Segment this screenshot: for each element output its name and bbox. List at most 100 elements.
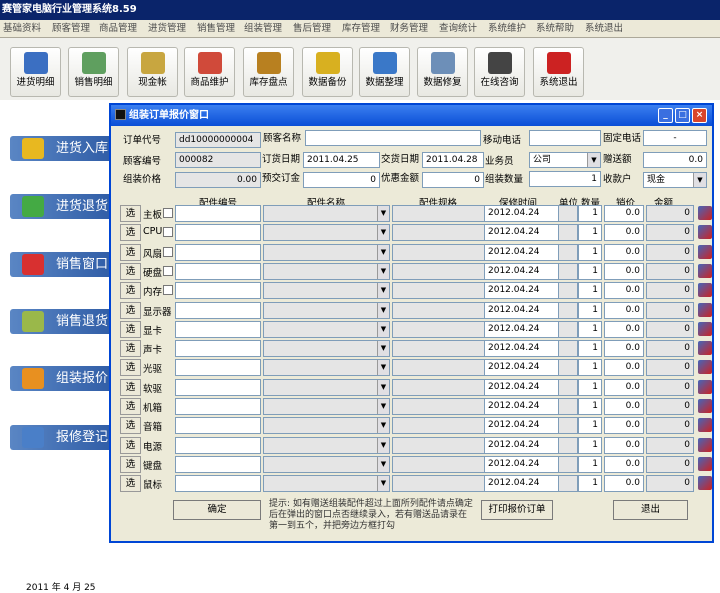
part-name-cell[interactable]: ▼ [263, 320, 390, 338]
warranty-cell[interactable]: 2012.04.24 [484, 455, 561, 473]
menu-item-9[interactable]: 查询统计 [439, 20, 477, 38]
price-cell[interactable]: 0.0 [604, 320, 644, 338]
part-no-cell[interactable] [175, 340, 261, 358]
sidebar-button-1[interactable]: 进货退货 [10, 194, 120, 219]
chevron-down-icon[interactable]: ▼ [377, 263, 389, 279]
spec-cell[interactable] [392, 340, 492, 358]
part-no-cell[interactable] [175, 301, 261, 319]
select-part-button[interactable]: 选 [120, 243, 141, 261]
part-name-cell[interactable]: ▼ [263, 224, 390, 242]
sidebar-button-3[interactable]: 销售退货 [10, 309, 120, 334]
delete-row-icon[interactable] [698, 225, 712, 240]
menu-item-7[interactable]: 库存管理 [342, 20, 380, 38]
part-no-cell[interactable] [175, 417, 261, 435]
part-no-cell[interactable] [175, 455, 261, 473]
price-cell[interactable]: 0.0 [604, 417, 644, 435]
phone-field[interactable]: - [643, 130, 707, 146]
select-part-button[interactable]: 选 [120, 378, 141, 396]
warranty-cell[interactable]: 2012.04.24 [484, 262, 561, 280]
maximize-icon[interactable]: □ [675, 108, 690, 123]
part-no-cell[interactable] [175, 320, 261, 338]
part-name-cell[interactable]: ▼ [263, 243, 390, 261]
spec-cell[interactable] [392, 455, 492, 473]
part-no-cell[interactable] [175, 262, 261, 280]
unit-cell[interactable] [558, 359, 578, 377]
chevron-down-icon[interactable]: ▼ [377, 244, 389, 260]
discount-field[interactable]: 0 [422, 172, 484, 188]
delete-row-icon[interactable] [698, 341, 712, 356]
price-cell[interactable]: 0.0 [604, 282, 644, 300]
warranty-cell[interactable]: 2012.04.24 [484, 243, 561, 261]
delete-row-icon[interactable] [698, 379, 712, 394]
part-name-cell[interactable]: ▼ [263, 475, 390, 493]
qty-cell[interactable]: 1 [578, 301, 602, 319]
spec-cell[interactable] [392, 282, 492, 300]
warranty-cell[interactable]: 2012.04.24 [484, 301, 561, 319]
quantity-field[interactable]: 1 [529, 171, 601, 187]
spec-cell[interactable] [392, 301, 492, 319]
chevron-down-icon[interactable]: ▼ [377, 476, 389, 492]
qty-cell[interactable]: 1 [578, 282, 602, 300]
part-no-cell[interactable] [175, 398, 261, 415]
delete-row-icon[interactable] [698, 321, 712, 336]
toolbar-button-9[interactable]: 系统退出 [533, 47, 584, 97]
toolbar-button-1[interactable]: 销售明细 [68, 47, 119, 97]
delete-row-icon[interactable] [698, 244, 712, 259]
select-part-button[interactable]: 选 [120, 475, 141, 493]
menu-item-0[interactable]: 基础资料 [3, 20, 41, 38]
part-name-cell[interactable]: ▼ [263, 455, 390, 473]
price-cell[interactable]: 0.0 [604, 436, 644, 454]
price-cell[interactable]: 0.0 [604, 243, 644, 261]
menu-item-1[interactable]: 顾客管理 [52, 20, 90, 38]
select-part-button[interactable]: 选 [120, 301, 141, 319]
salesman-select[interactable]: 公司 ▼ [529, 152, 601, 168]
chevron-down-icon[interactable]: ▼ [377, 456, 389, 472]
select-part-button[interactable]: 选 [120, 224, 141, 242]
chevron-down-icon[interactable]: ▼ [377, 379, 389, 395]
part-no-cell[interactable] [175, 205, 261, 222]
select-part-button[interactable]: 选 [120, 359, 141, 377]
unit-cell[interactable] [558, 378, 578, 396]
spec-cell[interactable] [392, 320, 492, 338]
toolbar-button-4[interactable]: 库存盘点 [243, 47, 294, 97]
gift-checkbox[interactable] [163, 246, 173, 257]
warranty-cell[interactable]: 2012.04.24 [484, 205, 561, 222]
qty-cell[interactable]: 1 [578, 224, 602, 242]
spec-cell[interactable] [392, 262, 492, 280]
warranty-cell[interactable]: 2012.04.24 [484, 378, 561, 396]
qty-cell[interactable]: 1 [578, 436, 602, 454]
qty-cell[interactable]: 1 [578, 262, 602, 280]
price-cell[interactable]: 0.0 [604, 205, 644, 222]
dialog-title-bar[interactable]: 组装订单报价窗口 _ □ × [111, 105, 712, 126]
select-part-button[interactable]: 选 [120, 340, 141, 358]
unit-cell[interactable] [558, 282, 578, 300]
select-part-button[interactable]: 选 [120, 320, 141, 338]
close-icon[interactable]: × [692, 108, 707, 123]
price-cell[interactable]: 0.0 [604, 262, 644, 280]
toolbar-button-0[interactable]: 进货明细 [10, 47, 61, 97]
spec-cell[interactable] [392, 398, 492, 415]
delete-row-icon[interactable] [698, 399, 712, 413]
exit-button[interactable]: 退出 [613, 500, 688, 520]
delete-row-icon[interactable] [698, 263, 712, 278]
toolbar-button-7[interactable]: 数据修复 [417, 47, 468, 97]
chevron-down-icon[interactable]: ▼ [377, 399, 389, 414]
menu-item-11[interactable]: 系统帮助 [536, 20, 574, 38]
part-name-cell[interactable]: ▼ [263, 378, 390, 396]
delete-row-icon[interactable] [698, 283, 712, 298]
chevron-down-icon[interactable]: ▼ [377, 225, 389, 241]
warranty-cell[interactable]: 2012.04.24 [484, 320, 561, 338]
mobile-field[interactable] [529, 130, 601, 146]
select-part-button[interactable]: 选 [120, 455, 141, 473]
qty-cell[interactable]: 1 [578, 359, 602, 377]
warranty-cell[interactable]: 2012.04.24 [484, 398, 561, 415]
part-name-cell[interactable]: ▼ [263, 436, 390, 454]
part-name-cell[interactable]: ▼ [263, 262, 390, 280]
qty-cell[interactable]: 1 [578, 205, 602, 222]
part-name-cell[interactable]: ▼ [263, 282, 390, 300]
part-name-cell[interactable]: ▼ [263, 417, 390, 435]
qty-cell[interactable]: 1 [578, 417, 602, 435]
part-no-cell[interactable] [175, 243, 261, 261]
warranty-cell[interactable]: 2012.04.24 [484, 340, 561, 358]
customer-no-field[interactable]: 000082 [175, 152, 261, 168]
